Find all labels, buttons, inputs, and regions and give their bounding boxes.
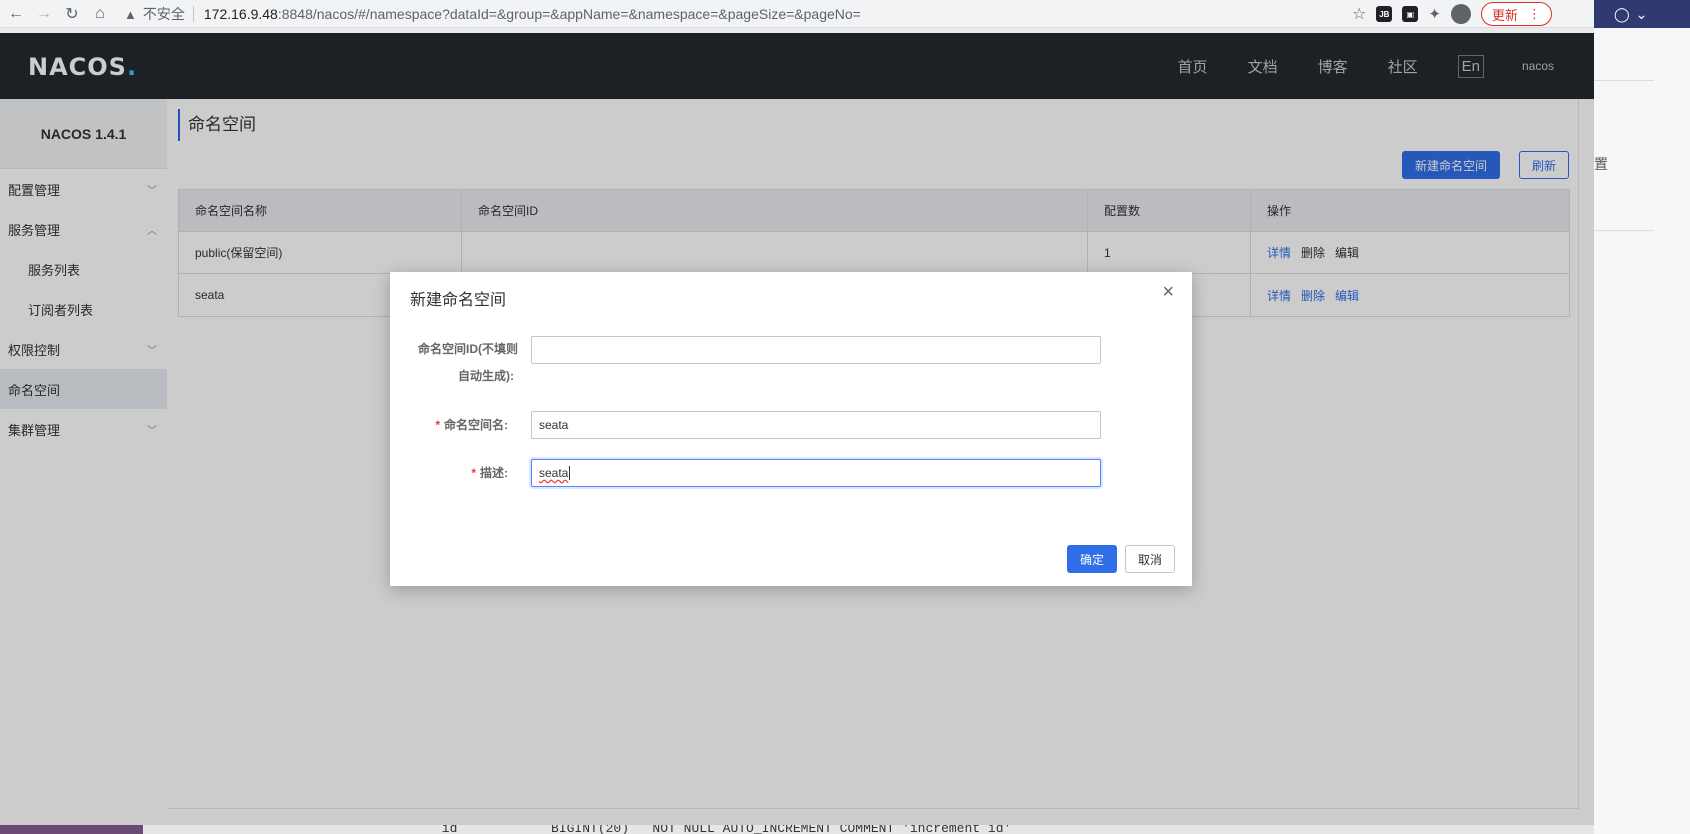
divider (1594, 80, 1654, 81)
extension-icon[interactable]: ▣ (1402, 6, 1419, 22)
dialog-title: 新建命名空间 (410, 292, 507, 309)
description-label: * 描述: (410, 459, 508, 487)
background-text: 置 (1594, 156, 1608, 172)
bookmark-star-icon[interactable]: ☆ (1352, 4, 1366, 24)
insecure-label: 不安全 (142, 6, 185, 22)
namespace-name-label-text: 命名空间名: (444, 418, 508, 432)
description-label-text: 描述: (480, 466, 508, 480)
more-vert-icon: ⋮ (1527, 6, 1541, 21)
namespace-id-label-line1: 命名空间ID(不填则 (418, 342, 518, 356)
editor-line: `id` BIGINT(20) NOT NULL AUTO_INCREMENT … (434, 825, 1012, 834)
divider (1594, 230, 1654, 231)
editor-gutter (0, 825, 143, 834)
confirm-button[interactable]: 确定 (1067, 545, 1117, 573)
close-icon[interactable]: × (1162, 282, 1174, 302)
reload-icon[interactable]: ↻ (60, 2, 84, 26)
jetbrains-extension-icon[interactable]: JB (1376, 6, 1393, 22)
divider (192, 6, 194, 22)
namespace-id-label-line2: 自动生成): (458, 369, 514, 383)
cancel-button[interactable]: 取消 (1125, 545, 1175, 573)
circle-icon: ◯ (1614, 5, 1630, 22)
url-host: 172.16.9.48 (203, 6, 278, 22)
required-mark: * (435, 418, 440, 432)
profile-avatar-icon[interactable] (1450, 4, 1471, 24)
url-path: :8848/nacos/#/namespace?dataId=&group=&a… (277, 6, 861, 22)
browser-update-button[interactable]: 更新 ⋮ (1480, 2, 1552, 26)
text-caret (569, 466, 571, 480)
namespace-id-input[interactable] (531, 336, 1101, 364)
namespace-name-input[interactable]: seata (531, 411, 1101, 439)
background-window-header: ◯ ⌄ (1594, 0, 1690, 28)
required-mark: * (471, 466, 476, 480)
warning-icon: ▲ (124, 6, 137, 22)
description-input[interactable]: seata (531, 459, 1101, 487)
namespace-name-label: * 命名空间名: (410, 411, 508, 439)
background-window: ◯ ⌄ 置 (1594, 0, 1690, 834)
address-bar[interactable]: ▲ 不安全 172.16.9.48 :8848/nacos/#/namespac… (124, 2, 1384, 26)
forward-icon[interactable]: → (32, 2, 56, 26)
browser-toolbar: ← → ↻ ⌂ ▲ 不安全 172.16.9.48 :8848/nacos/#/… (0, 0, 1594, 28)
new-namespace-dialog: 新建命名空间 × 命名空间ID(不填则 自动生成): * 命名空间名: seata… (390, 272, 1192, 586)
home-icon[interactable]: ⌂ (88, 2, 112, 26)
back-icon[interactable]: ← (4, 2, 28, 26)
namespace-id-label: 命名空间ID(不填则 自动生成): (410, 336, 518, 390)
extensions-puzzle-icon[interactable]: ✦ (1428, 5, 1441, 23)
background-editor: `id` BIGINT(20) NOT NULL AUTO_INCREMENT … (0, 825, 1594, 834)
description-value: seata (539, 466, 569, 480)
chevron-down-icon: ⌄ (1635, 5, 1648, 22)
update-label: 更新 (1491, 7, 1518, 23)
